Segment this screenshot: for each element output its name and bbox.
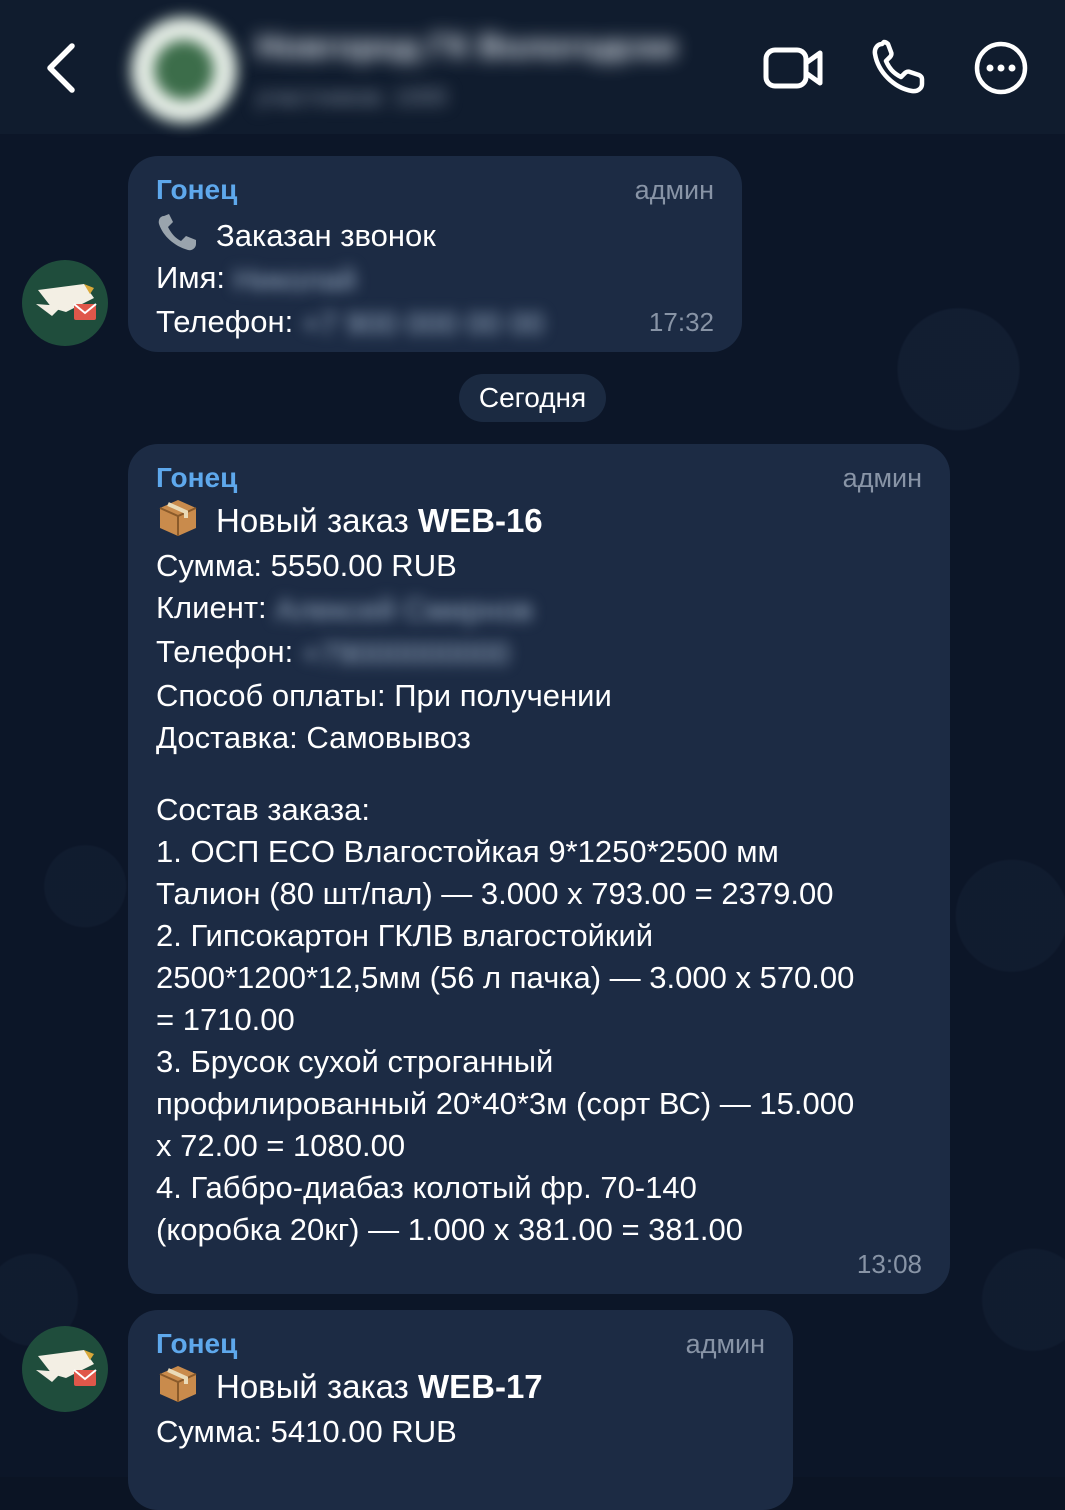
sender-name[interactable]: Гонец [156,1326,765,1362]
back-arrow-icon[interactable] [38,38,88,98]
message-time: 17:32 [648,307,714,337]
phone-value: +79000000000 [301,635,510,671]
payment-method: Способ оплаты: При получении [156,677,612,713]
message-time: 13:08 [856,1249,922,1279]
order-item-line: = 1710.00 [156,1001,295,1037]
order-item-line: 2500*1200*12,5мм (56 л пачка) — 3.000 x … [156,959,855,995]
name-row: Имя: Николай [156,257,714,301]
more-options-icon[interactable] [970,38,1034,98]
phone-value: +7 900 000 00 00 [301,305,545,341]
delivery-method: Доставка: Самовывоз [156,719,471,755]
chat-subtitle: участников: 1000 [256,84,448,111]
order-item-line: 2. Гипсокартон ГКЛВ влагостойкий [156,917,654,953]
items-header: Состав заказа: [156,791,370,827]
message-bubble[interactable]: Гонец админ Новый заказ WEB-17 Сумма: 54… [128,1310,793,1510]
date-separator: Сегодня [459,374,606,422]
order-item-line: 1. ОСП ECO Влагостойкая 9*1250*2500 мм [156,833,779,869]
message-bubble[interactable]: Гонец админ Новый заказ WEB-16 Сумма: 55… [128,444,950,1294]
name-value: Николай [233,261,357,297]
order-title: Новый заказ WEB-17 [156,1362,765,1411]
order-item-line: (коробка 20кг) — 1.000 x 381.00 = 381.00 [156,1211,743,1247]
sender-role: админ [685,1329,765,1359]
phone-icon[interactable] [868,38,932,98]
bird-letter-icon [36,1350,97,1386]
order-sum: Сумма: 5550.00 RUB [156,548,457,583]
sender-name[interactable]: Гонец [156,172,714,208]
phone-row: Телефон: +7 900 000 00 00 [156,301,714,345]
order-sum: Сумма: 5410.00 RUB [156,1414,457,1449]
sender-role: админ [842,463,922,493]
order-item-line: 3. Брусок сухой строганный [156,1043,554,1079]
order-item-line: Талион (80 шт/пал) — 3.000 x 793.00 = 23… [156,875,834,911]
message-title: Заказан звонок [156,212,714,257]
message-bubble[interactable]: Гонец админ Заказан звонок Имя: Николай … [128,156,742,352]
client-value: Алексей Смирнов [275,591,533,627]
sender-name[interactable]: Гонец [156,460,922,496]
bird-letter-icon [36,284,97,320]
sender-role: админ [634,175,714,205]
order-item-line: профилированный 20*40*3м (сорт ВС) — 15.… [156,1085,855,1121]
video-call-icon[interactable] [762,38,826,98]
client-row: Клиент: Алексей Смирнов [156,587,922,631]
order-item-line: x 72.00 = 1080.00 [156,1127,406,1163]
order-id: WEB-17 [417,1368,543,1405]
order-id: WEB-16 [417,502,543,539]
chat-avatar[interactable] [130,16,238,124]
package-emoji-icon [156,1362,200,1402]
bot-avatar[interactable] [22,1326,108,1412]
order-item-line: 4. Габбро-диабаз колотый фр. 70-140 [156,1169,697,1205]
package-emoji-icon [156,496,200,536]
chat-header: Новгород ГК Вологодский участников: 1000 [0,0,1065,134]
order-title: Новый заказ WEB-16 [156,496,922,545]
telephone-emoji-icon [156,212,200,252]
phone-row: Телефон: +79000000000 [156,631,922,675]
chat-title[interactable]: Новгород ГК Вологодский [256,28,676,68]
bot-avatar[interactable] [22,260,108,346]
